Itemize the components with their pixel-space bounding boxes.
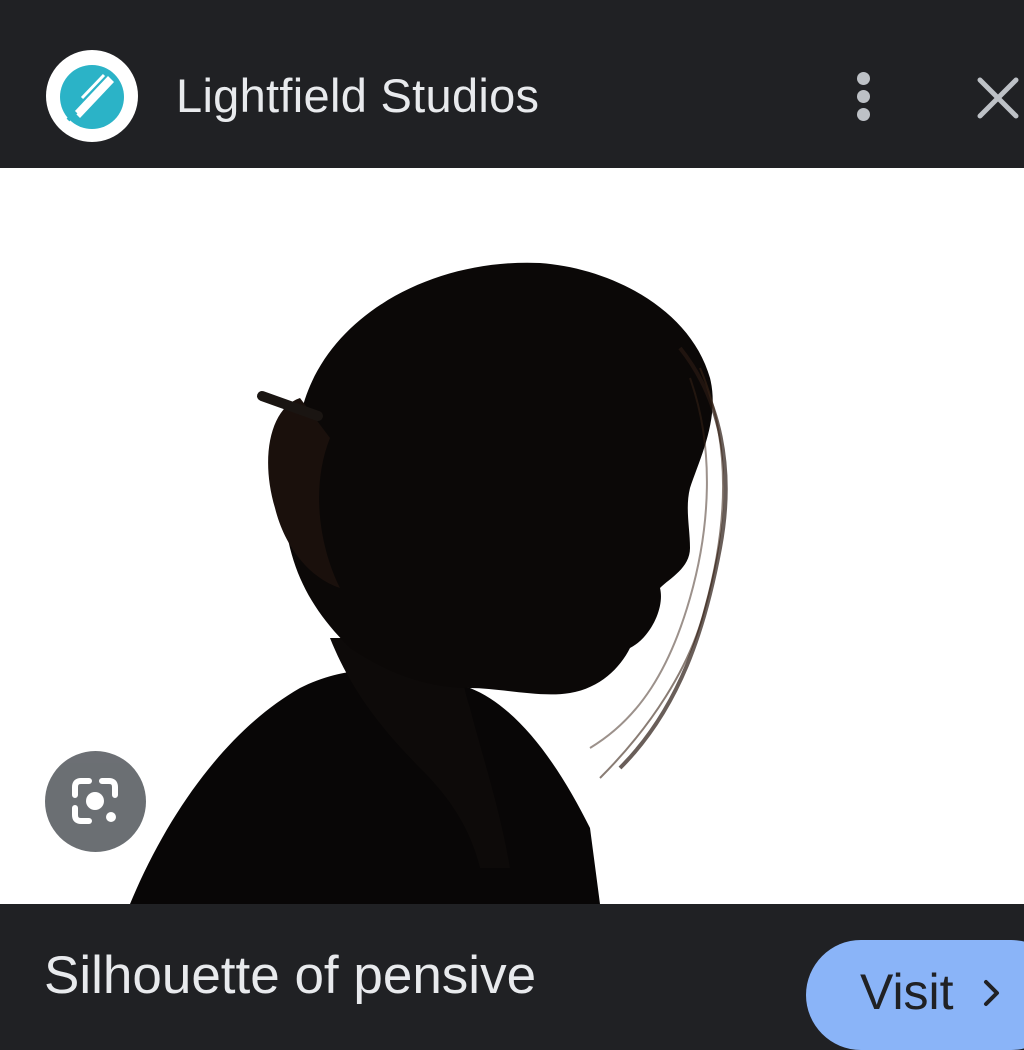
image-caption[interactable]: Silhouette of pensive	[44, 944, 536, 1008]
google-lens-icon[interactable]	[45, 751, 146, 852]
visit-button-label: Visit	[860, 964, 954, 1020]
image-preview-header: Lightfield Studios	[0, 0, 1024, 168]
chevron-right-icon	[984, 980, 999, 1006]
lightfield-logo-icon[interactable]	[46, 50, 138, 142]
silhouette-photo	[0, 168, 1024, 904]
visit-button[interactable]: Visit	[806, 940, 1024, 1050]
close-icon[interactable]	[972, 72, 1024, 124]
more-vert-icon[interactable]	[840, 66, 888, 126]
preview-image[interactable]	[0, 168, 1024, 904]
image-preview-footer: Silhouette of pensive Visit	[0, 904, 1024, 1050]
site-name[interactable]: Lightfield Studios	[176, 68, 539, 124]
